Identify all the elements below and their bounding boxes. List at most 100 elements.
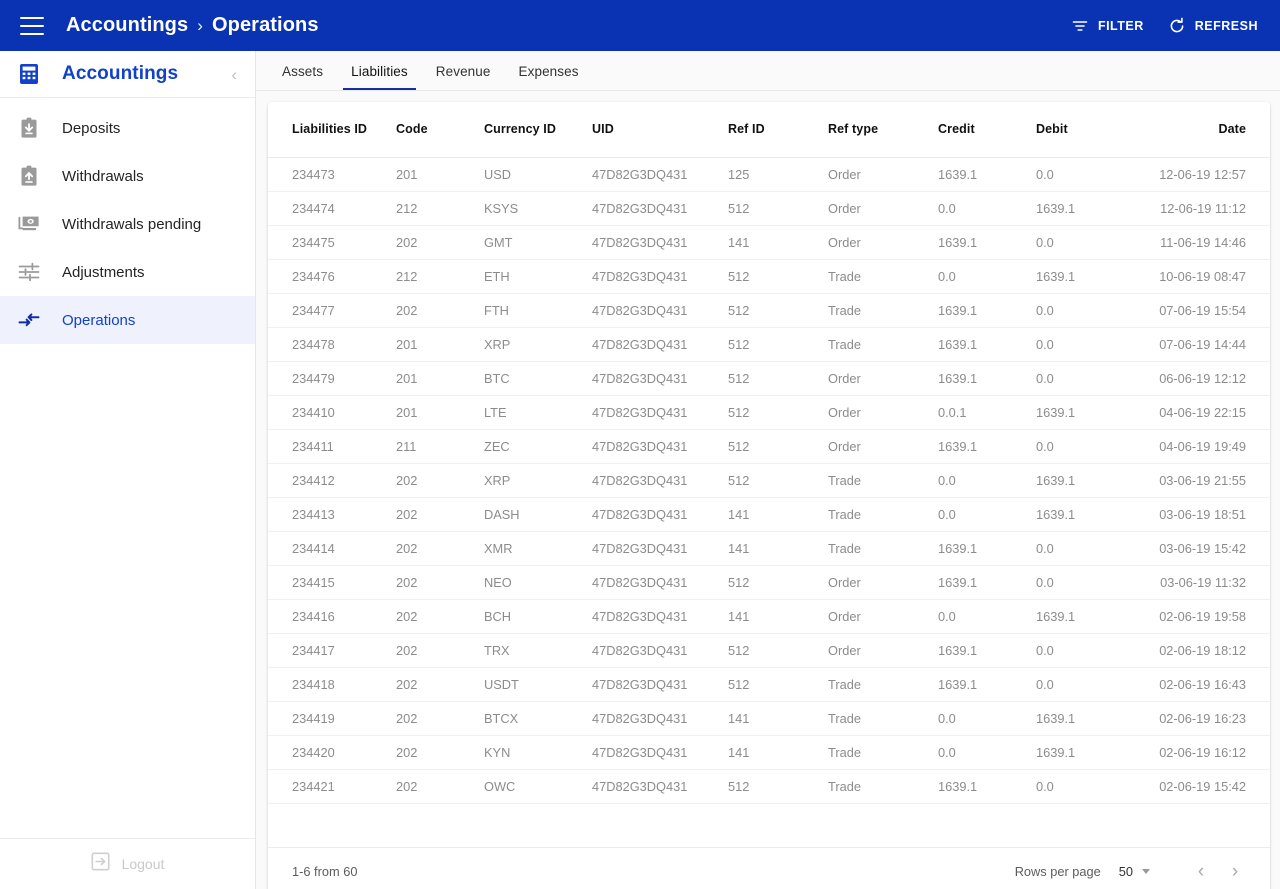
sidebar-nav: Deposits Withdrawals Withdrawals pending… — [0, 98, 255, 344]
cell-code: 201 — [388, 327, 476, 362]
cell-currency-id: USDT — [476, 667, 584, 702]
table-row[interactable]: 234418 202 USDT 47D82G3DQ431 512 Trade 1639.1 0… — [268, 667, 1270, 702]
cell-ref-type: Order — [820, 395, 930, 430]
cell-code: 211 — [388, 429, 476, 464]
table-row[interactable]: 234421 202 OWC 47D82G3DQ431 512 Trade 1639.1 0.… — [268, 769, 1270, 804]
sidebar-item-deposits[interactable]: Deposits — [0, 104, 255, 152]
refresh-label: REFRESH — [1194, 18, 1258, 33]
tab-revenue[interactable]: Revenue — [422, 64, 505, 90]
next-page-button[interactable]: › — [1218, 855, 1252, 889]
cell-currency-id: GMT — [476, 225, 584, 260]
cell-debit: 0.0 — [1028, 293, 1148, 328]
table-row[interactable]: 234411 211 ZEC 47D82G3DQ431 512 Order 1639.1 0.… — [268, 429, 1270, 464]
cell-debit: 0.0 — [1028, 429, 1148, 464]
breadcrumb-root[interactable]: Accountings — [66, 14, 188, 37]
cell-date: 07-06-19 14:44 — [1148, 327, 1270, 362]
cell-liabilities-id: 234475 — [268, 225, 388, 260]
logout-button[interactable]: Logout — [0, 838, 255, 889]
column-header-ref-id[interactable]: Ref ID — [720, 102, 820, 158]
tab-expenses[interactable]: Expenses — [505, 64, 593, 90]
table-body: 234473 201 USD 47D82G3DQ431 125 Order 1639.1 0.… — [268, 157, 1270, 804]
column-header-credit[interactable]: Credit — [930, 102, 1028, 158]
pagination-range: 1-6 from 60 — [292, 864, 358, 879]
cell-liabilities-id: 234478 — [268, 327, 388, 362]
refresh-button[interactable]: REFRESH — [1168, 17, 1258, 35]
cell-ref-type: Trade — [820, 497, 930, 532]
cell-uid: 47D82G3DQ431 — [584, 667, 720, 702]
cell-liabilities-id: 234417 — [268, 633, 388, 668]
table-row[interactable]: 234410 201 LTE 47D82G3DQ431 512 Order 0.0.1 163… — [268, 395, 1270, 430]
sidebar-item-withdrawals[interactable]: Withdrawals — [0, 152, 255, 200]
cell-ref-id: 512 — [720, 259, 820, 294]
tab-liabilities[interactable]: Liabilities — [337, 64, 422, 90]
cell-currency-id: XRP — [476, 463, 584, 498]
logout-label: Logout — [121, 856, 165, 872]
calculator-icon — [17, 62, 41, 86]
table-row[interactable]: 234479 201 BTC 47D82G3DQ431 512 Order 1639.1 0.… — [268, 361, 1270, 396]
table-row[interactable]: 234413 202 DASH 47D82G3DQ431 141 Trade 0.0 1639… — [268, 497, 1270, 532]
table-row[interactable]: 234415 202 NEO 47D82G3DQ431 512 Order 1639.1 0.… — [268, 565, 1270, 600]
table-row[interactable]: 234477 202 FTH 47D82G3DQ431 512 Trade 1639.1 0.… — [268, 293, 1270, 328]
cell-uid: 47D82G3DQ431 — [584, 225, 720, 260]
table-row[interactable]: 234473 201 USD 47D82G3DQ431 125 Order 1639.1 0.… — [268, 157, 1270, 192]
cell-date: 02-06-19 16:43 — [1148, 667, 1270, 702]
cell-debit: 0.0 — [1028, 327, 1148, 362]
cell-debit: 1639.1 — [1028, 497, 1148, 532]
cell-currency-id: OWC — [476, 769, 584, 804]
sidebar-item-label: Adjustments — [62, 263, 145, 281]
column-header-ref-type[interactable]: Ref type — [820, 102, 930, 158]
liabilities-table-card: Liabilities ID Code Currency ID UID Ref … — [268, 102, 1270, 889]
rows-per-page-select[interactable]: 50 — [1119, 864, 1150, 879]
cell-ref-type: Trade — [820, 735, 930, 770]
sidebar-item-withdrawals-pending[interactable]: Withdrawals pending — [0, 200, 255, 248]
previous-page-button[interactable]: ‹ — [1184, 855, 1218, 889]
cell-date: 03-06-19 18:51 — [1148, 497, 1270, 532]
column-header-code[interactable]: Code — [388, 102, 476, 158]
column-header-debit[interactable]: Debit — [1028, 102, 1148, 158]
tab-assets[interactable]: Assets — [268, 64, 337, 90]
table-row[interactable]: 234419 202 BTCX 47D82G3DQ431 141 Trade 0.0 1639… — [268, 701, 1270, 736]
table-row[interactable]: 234412 202 XRP 47D82G3DQ431 512 Trade 0.0 1639.… — [268, 463, 1270, 498]
sidebar-item-operations[interactable]: Operations — [0, 296, 255, 344]
table-row[interactable]: 234417 202 TRX 47D82G3DQ431 512 Order 1639.1 0.… — [268, 633, 1270, 668]
cell-uid: 47D82G3DQ431 — [584, 769, 720, 804]
column-header-liabilities-id[interactable]: Liabilities ID — [268, 102, 388, 158]
cell-credit: 1639.1 — [930, 667, 1028, 702]
column-header-date[interactable]: Date — [1148, 102, 1270, 158]
cell-uid: 47D82G3DQ431 — [584, 429, 720, 464]
cell-debit: 1639.1 — [1028, 735, 1148, 770]
cell-credit: 0.0 — [930, 259, 1028, 294]
cell-debit: 1639.1 — [1028, 191, 1148, 226]
cell-credit: 0.0 — [930, 497, 1028, 532]
cell-liabilities-id: 234410 — [268, 395, 388, 430]
cell-date: 03-06-19 21:55 — [1148, 463, 1270, 498]
table-row[interactable]: 234416 202 BCH 47D82G3DQ431 141 Order 0.0 1639.… — [268, 599, 1270, 634]
sidebar-item-adjustments[interactable]: Adjustments — [0, 248, 255, 296]
cell-ref-type: Order — [820, 225, 930, 260]
table-row[interactable]: 234475 202 GMT 47D82G3DQ431 141 Order 1639.1 0.… — [268, 225, 1270, 260]
table-row[interactable]: 234420 202 KYN 47D82G3DQ431 141 Trade 0.0 1639.… — [268, 735, 1270, 770]
cell-ref-type: Trade — [820, 769, 930, 804]
cell-debit: 0.0 — [1028, 667, 1148, 702]
filter-button[interactable]: FILTER — [1071, 17, 1144, 35]
column-header-currency-id[interactable]: Currency ID — [476, 102, 584, 158]
table-row[interactable]: 234474 212 KSYS 47D82G3DQ431 512 Order 0.0 1639… — [268, 191, 1270, 226]
cell-currency-id: XRP — [476, 327, 584, 362]
cell-debit: 0.0 — [1028, 531, 1148, 566]
cell-ref-id: 141 — [720, 599, 820, 634]
cell-uid: 47D82G3DQ431 — [584, 327, 720, 362]
cell-ref-type: Order — [820, 633, 930, 668]
column-header-uid[interactable]: UID — [584, 102, 720, 158]
table-row[interactable]: 234414 202 XMR 47D82G3DQ431 141 Trade 1639.1 0.… — [268, 531, 1270, 566]
sidebar-collapse-chevron-left-icon[interactable]: ‹ — [225, 62, 243, 87]
table-row[interactable]: 234478 201 XRP 47D82G3DQ431 512 Trade 1639.1 0.… — [268, 327, 1270, 362]
chevron-down-icon — [1142, 869, 1150, 874]
sidebar-item-label: Withdrawals — [62, 167, 144, 185]
hamburger-menu-icon[interactable] — [20, 16, 44, 35]
cell-currency-id: XMR — [476, 531, 584, 566]
cell-uid: 47D82G3DQ431 — [584, 497, 720, 532]
cell-date: 02-06-19 15:42 — [1148, 769, 1270, 804]
cell-code: 202 — [388, 769, 476, 804]
table-row[interactable]: 234476 212 ETH 47D82G3DQ431 512 Trade 0.0 1639.… — [268, 259, 1270, 294]
table-footer: 1-6 from 60 Rows per page 50 ‹ › — [268, 847, 1270, 889]
